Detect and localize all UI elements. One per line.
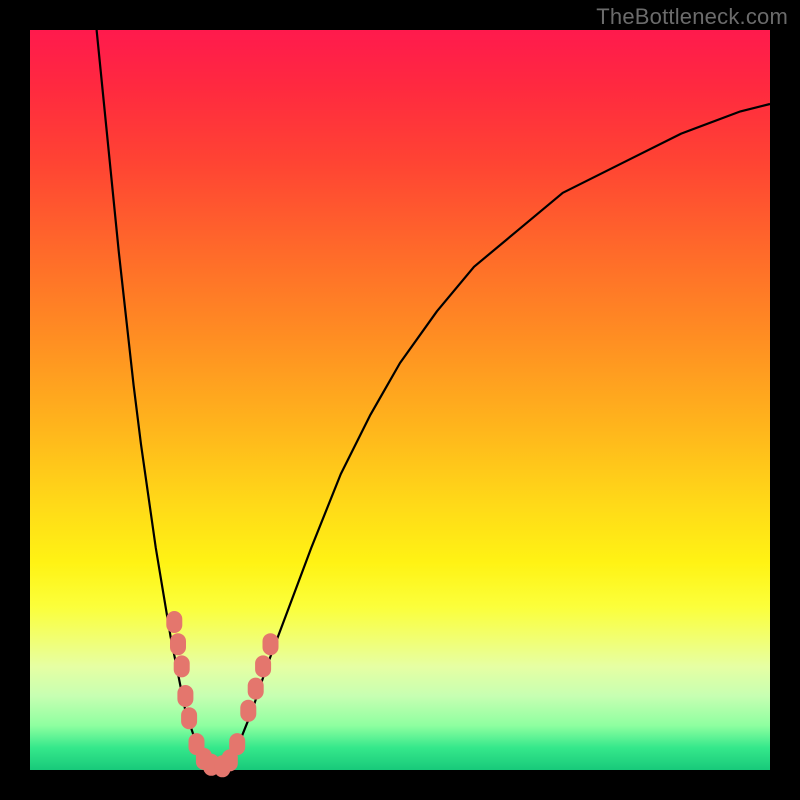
data-marker [177, 685, 193, 707]
data-marker [248, 678, 264, 700]
marker-group [166, 611, 278, 777]
watermark-text: TheBottleneck.com [596, 4, 788, 30]
data-marker [240, 700, 256, 722]
bottleneck-curve [97, 30, 770, 769]
data-marker [255, 655, 271, 677]
data-marker [166, 611, 182, 633]
data-marker [229, 733, 245, 755]
chart-svg [30, 30, 770, 770]
chart-frame: TheBottleneck.com [0, 0, 800, 800]
data-marker [170, 633, 186, 655]
data-marker [174, 655, 190, 677]
data-marker [263, 633, 279, 655]
data-marker [181, 707, 197, 729]
plot-area [30, 30, 770, 770]
